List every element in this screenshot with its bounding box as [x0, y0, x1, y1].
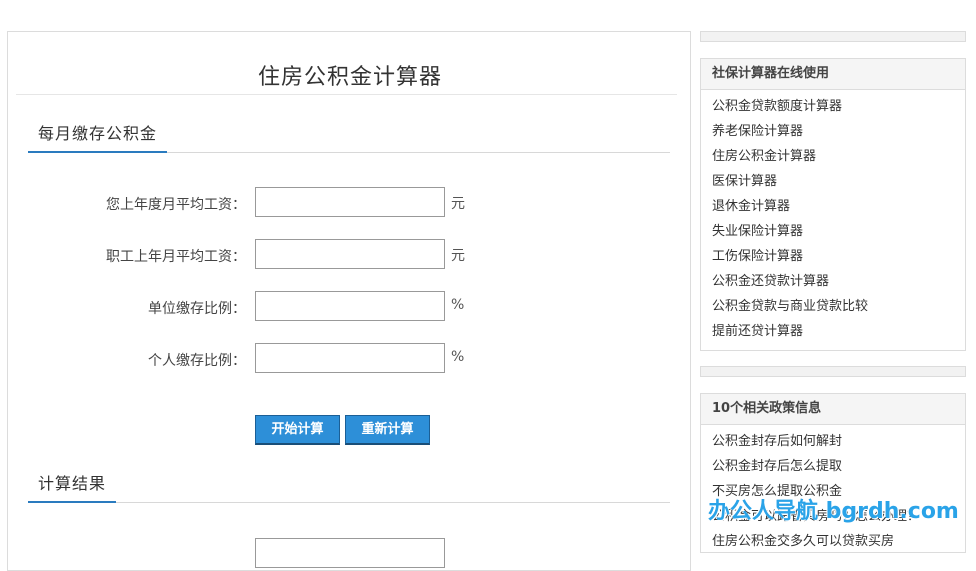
sidebar-link-retirement[interactable]: 退休金计算器: [712, 194, 965, 219]
own-salary-unit: 元: [451, 196, 465, 212]
staff-salary-input[interactable]: [255, 239, 445, 269]
site-watermark: 办公人导航 bgrdh.com: [708, 499, 959, 524]
personal-rate-unit: %: [451, 349, 465, 365]
employer-rate-unit: %: [451, 297, 465, 313]
own-salary-label: 您上年度月平均工资：: [106, 197, 246, 213]
form-row-personal-rate: 个人缴存比例： %: [8, 343, 692, 373]
sidebar-bar: [700, 31, 966, 42]
result-input[interactable]: [255, 538, 445, 568]
sidebar-link-injury[interactable]: 工伤保险计算器: [712, 244, 965, 269]
form-row-own-salary: 您上年度月平均工资： 元: [8, 187, 692, 217]
section-label-result: 计算结果: [38, 474, 107, 493]
staff-salary-label: 职工上年月平均工资：: [106, 249, 246, 265]
sidebar-link-pension[interactable]: 养老保险计算器: [712, 119, 965, 144]
calculate-button[interactable]: 开始计算: [255, 415, 340, 445]
form-row-result: [8, 538, 692, 568]
sidebar-policies-title: 10个相关政策信息: [701, 394, 965, 425]
section-underline: [28, 501, 116, 503]
section-label-monthly: 每月缴存公积金: [38, 124, 158, 143]
section-header-monthly: 每月缴存公积金: [28, 120, 670, 153]
calculator-panel: 住房公积金计算器 每月缴存公积金 您上年度月平均工资： 元 职工上年月平均工资：…: [7, 31, 691, 571]
reset-button[interactable]: 重新计算: [345, 415, 430, 445]
personal-rate-input[interactable]: [255, 343, 445, 373]
sidebar-link-medical[interactable]: 医保计算器: [712, 169, 965, 194]
title-divider: [16, 94, 677, 95]
form-row-employer-rate: 单位缴存比例： %: [8, 291, 692, 321]
personal-rate-label: 个人缴存比例：: [148, 353, 246, 369]
form-row-staff-salary: 职工上年月平均工资： 元: [8, 239, 692, 269]
sidebar-bar: [700, 366, 966, 377]
section-underline: [28, 151, 167, 153]
sidebar-calculators: 社保计算器在线使用 公积金贷款额度计算器 养老保险计算器 住房公积金计算器 医保…: [700, 58, 966, 351]
employer-rate-input[interactable]: [255, 291, 445, 321]
policy-link[interactable]: 住房公积金交多久可以贷款买房: [712, 529, 965, 554]
sidebar-link-loan-compare[interactable]: 公积金贷款与商业贷款比较: [712, 294, 965, 319]
sidebar-link-prepay[interactable]: 提前还贷计算器: [712, 319, 965, 344]
sidebar-link-unemployment[interactable]: 失业保险计算器: [712, 219, 965, 244]
own-salary-input[interactable]: [255, 187, 445, 217]
sidebar-calculators-title: 社保计算器在线使用: [701, 59, 965, 90]
page-title: 住房公积金计算器: [257, 65, 442, 90]
staff-salary-unit: 元: [451, 248, 465, 264]
sidebar-link-repayment[interactable]: 公积金还贷款计算器: [712, 269, 965, 294]
sidebar-link-loan-quota[interactable]: 公积金贷款额度计算器: [712, 94, 965, 119]
policy-link[interactable]: 公积金封存后如何解封: [712, 429, 965, 454]
sidebar-policies: 10个相关政策信息 公积金封存后如何解封 公积金封存后怎么提取 不买房怎么提取公…: [700, 393, 966, 553]
employer-rate-label: 单位缴存比例：: [148, 301, 246, 317]
sidebar-link-housing-fund[interactable]: 住房公积金计算器: [712, 144, 965, 169]
policy-link[interactable]: 公积金封存后怎么提取: [712, 454, 965, 479]
section-header-result: 计算结果: [28, 470, 670, 503]
